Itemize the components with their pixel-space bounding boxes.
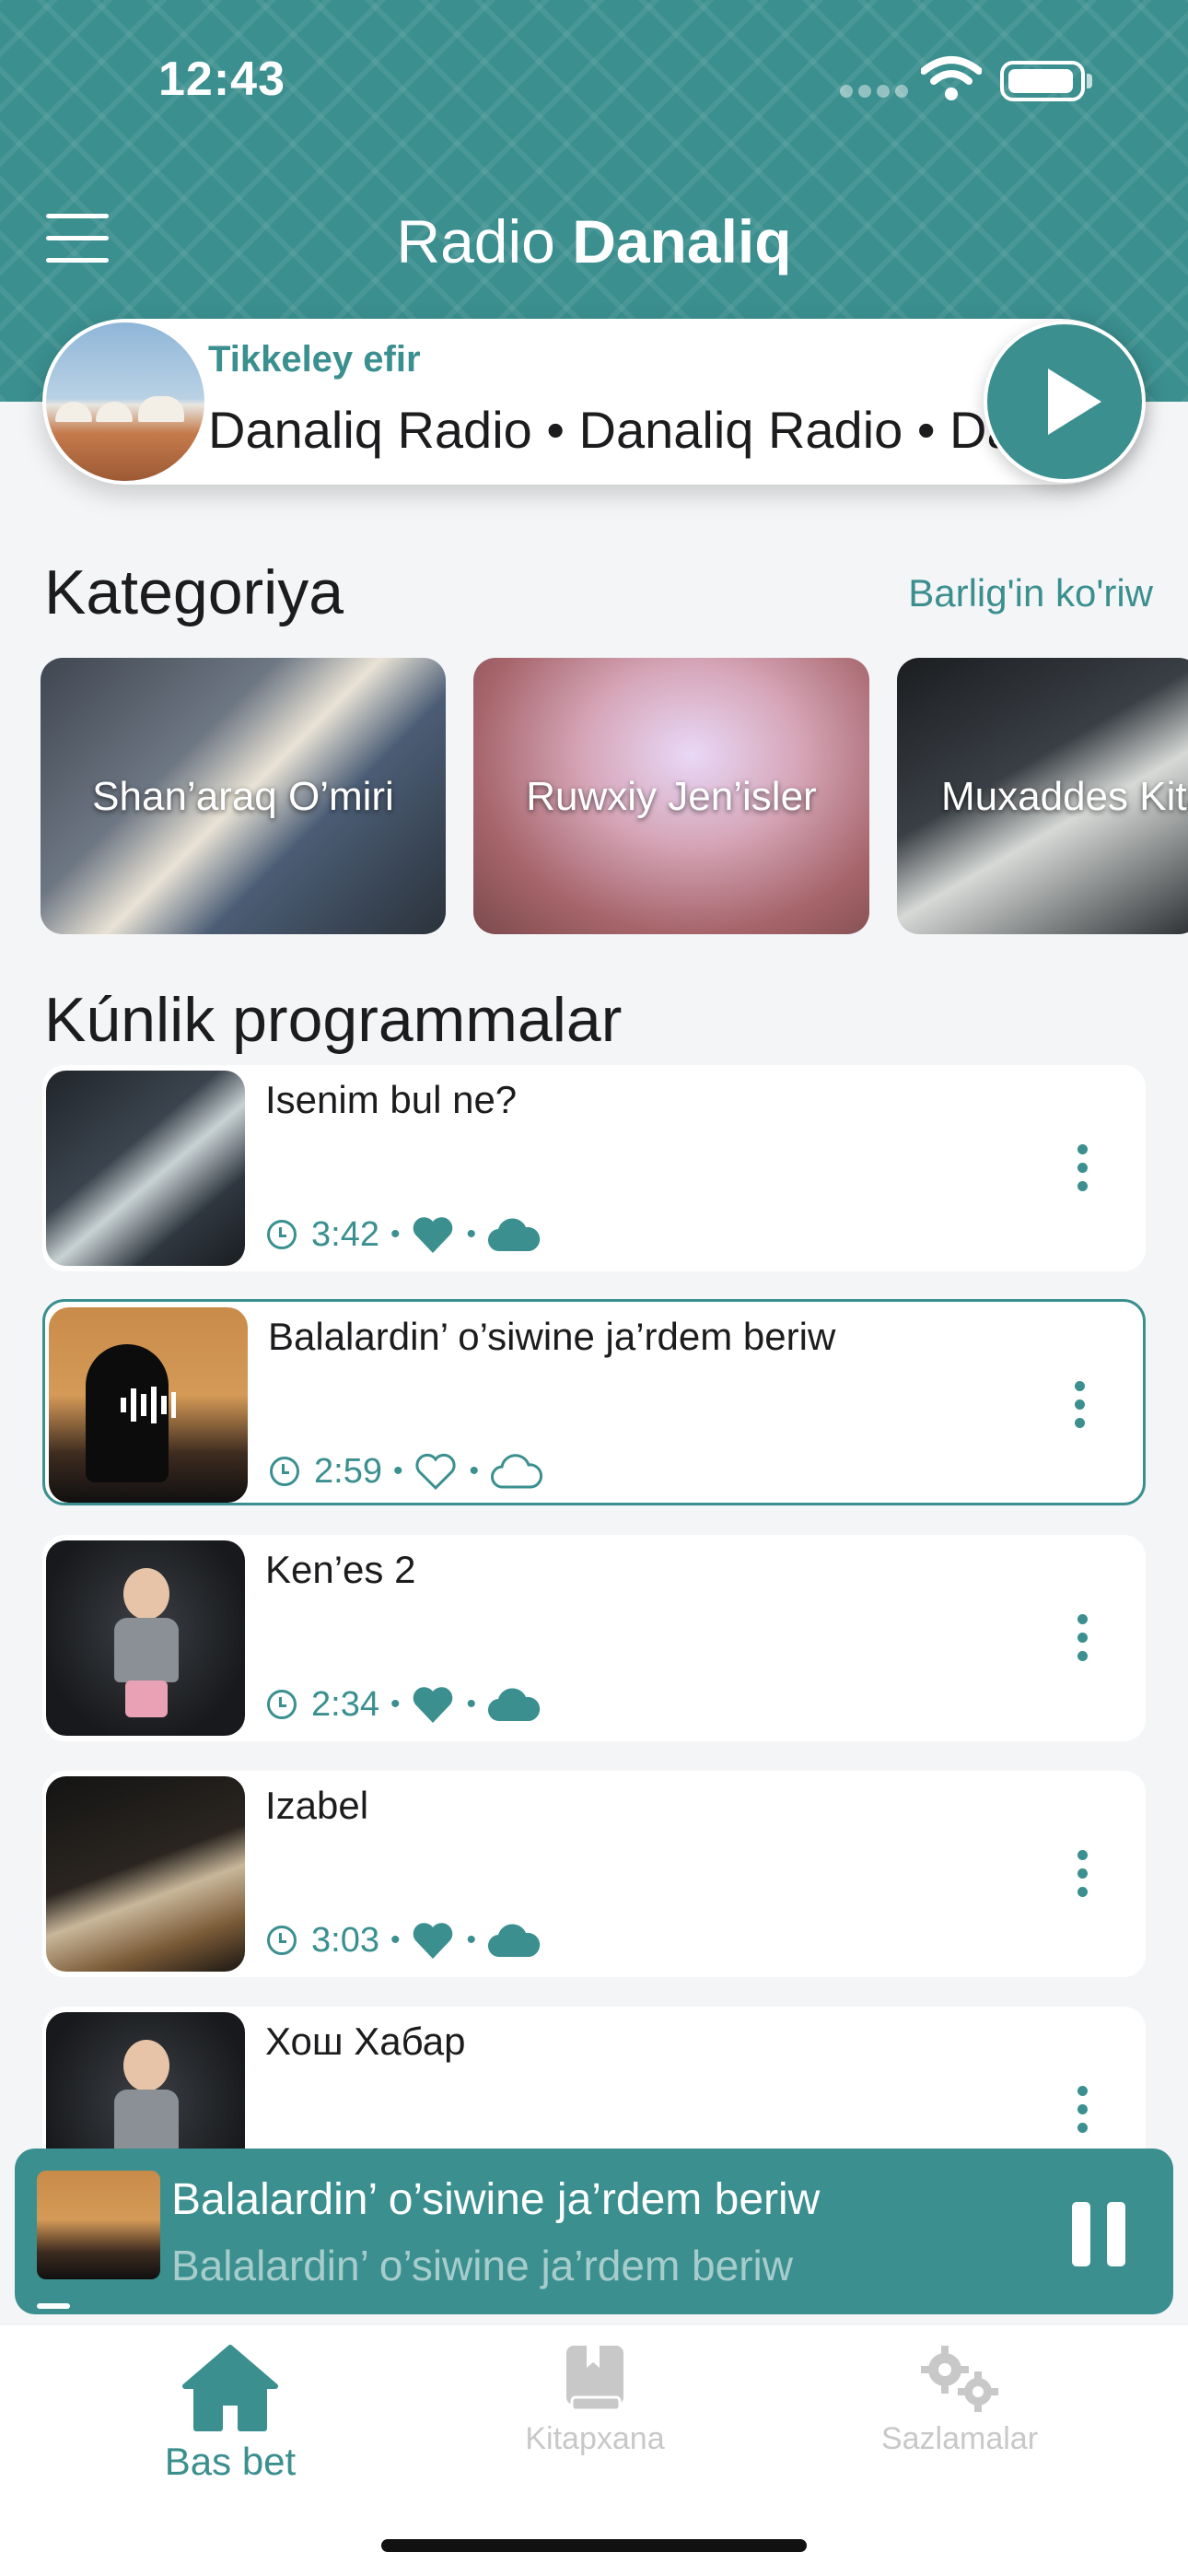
mini-player-title: Balalardin’ o’siwine ja’rdem beriw [171, 2175, 821, 2224]
book-icon [566, 2346, 623, 2412]
mini-player-subtitle: Balalardin’ o’siwine ja’rdem beriw [171, 2242, 793, 2289]
clock-icon [270, 1457, 299, 1486]
clock-icon [267, 1220, 297, 1249]
category-label: Shan’araq O’miri [92, 774, 394, 819]
program-item[interactable]: Isenim bul ne? 3:42 • • [42, 1065, 1146, 1271]
tab-home[interactable]: Bas bet [92, 2344, 368, 2484]
program-item[interactable]: Izabel 3:03 • • [42, 1771, 1146, 1977]
pause-icon[interactable] [1072, 2202, 1125, 2266]
mini-player-thumbnail [37, 2171, 160, 2279]
live-station-marquee: Danaliq Radio • Danaliq Radio • Danaliq … [208, 401, 1019, 459]
program-meta: 2:34 • • [267, 1684, 541, 1725]
app-title: Radio Danaliq [0, 206, 1188, 276]
equalizer-icon [121, 1387, 176, 1423]
live-stream-card[interactable]: Tikkeley efir Danaliq Radio • Danaliq Ra… [42, 319, 1144, 485]
cloud-filled-icon[interactable] [487, 1686, 541, 1723]
program-duration: 3:03 [311, 1920, 379, 1960]
category-card-scripture[interactable]: Muxaddes Kitap [897, 658, 1188, 934]
app-title-prefix: Radio [396, 207, 573, 275]
tab-settings[interactable]: Sazlamalar [821, 2344, 1098, 2457]
cellular-signal-icon [840, 85, 914, 102]
tab-label: Bas bet [164, 2440, 297, 2483]
mini-player[interactable]: Balalardin’ o’siwine ja’rdem beriw Balal… [15, 2149, 1173, 2314]
live-thumbnail [46, 322, 204, 481]
clock-icon [267, 1926, 297, 1955]
program-meta: 3:03 • • [267, 1920, 541, 1961]
program-duration: 2:59 [314, 1451, 382, 1491]
program-title: Ken’es 2 [265, 1548, 416, 1591]
program-title: Хош Хабар [265, 2020, 466, 2063]
category-card-family[interactable]: Shan’araq O’miri [41, 658, 446, 934]
tab-library[interactable]: Kitapxana [457, 2344, 733, 2457]
program-item-playing[interactable]: Balalardin’ o’siwine ja’rdem beriw 2:59 … [42, 1299, 1146, 1505]
more-options-icon[interactable] [1077, 2086, 1089, 2134]
home-indicator [381, 2539, 807, 2552]
program-title: Izabel [265, 1784, 369, 1827]
more-options-icon[interactable] [1077, 1144, 1089, 1192]
program-title: Balalardin’ o’siwine ja’rdem beriw [268, 1315, 836, 1358]
status-time: 12:43 [158, 53, 285, 106]
wifi-icon [921, 56, 982, 100]
cloud-filled-icon[interactable] [487, 1922, 541, 1959]
program-thumbnail [46, 1071, 245, 1266]
tab-label: Kitapxana [525, 2421, 665, 2456]
cloud-outline-icon[interactable] [490, 1453, 543, 1490]
live-play-button[interactable] [984, 321, 1146, 483]
more-options-icon[interactable] [1077, 1850, 1089, 1898]
program-meta: 3:42 • • [267, 1214, 541, 1255]
program-duration: 3:42 [311, 1214, 379, 1254]
heart-filled-icon[interactable] [411, 1920, 455, 1961]
program-meta: 2:59 • • [270, 1451, 543, 1492]
app-title-bold: Danaliq [572, 207, 792, 275]
battery-cap [1087, 74, 1092, 88]
category-label: Ruwxiy Jen’isler [526, 774, 817, 819]
programs-title: Kúnlik programmalar [44, 985, 623, 1055]
more-options-icon[interactable] [1075, 1381, 1086, 1429]
cloud-filled-icon[interactable] [487, 1216, 541, 1253]
live-label: Tikkeley efir [208, 339, 421, 380]
battery-icon [1000, 61, 1085, 101]
program-thumbnail [46, 1776, 245, 1972]
program-thumbnail [49, 1307, 248, 1503]
more-options-icon[interactable] [1077, 1614, 1089, 1662]
see-all-link[interactable]: Barlig'in ko'riw [908, 571, 1153, 615]
clock-icon [267, 1690, 297, 1719]
program-item[interactable]: Ken’es 2 2:34 • • [42, 1535, 1146, 1741]
program-thumbnail [46, 1540, 245, 1736]
heart-filled-icon[interactable] [411, 1684, 455, 1725]
categories-title: Kategoriya [44, 557, 344, 627]
tab-label: Sazlamalar [880, 2421, 1039, 2456]
heart-outline-icon[interactable] [413, 1451, 458, 1492]
heart-filled-icon[interactable] [411, 1214, 455, 1255]
category-card-spiritual[interactable]: Ruwxiy Jen’isler [473, 658, 869, 934]
home-icon [182, 2345, 278, 2431]
category-label: Muxaddes Kitap [941, 774, 1188, 819]
program-title: Isenim bul ne? [265, 1078, 518, 1121]
gears-icon [921, 2346, 998, 2412]
program-duration: 2:34 [311, 1684, 379, 1724]
mini-player-progress [37, 2303, 70, 2309]
